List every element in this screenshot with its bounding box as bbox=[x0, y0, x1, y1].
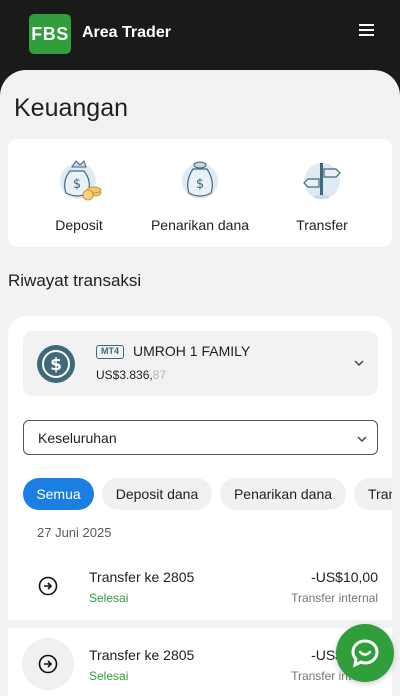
transfer-arrow-icon bbox=[22, 560, 74, 612]
transfer-label: Transfer bbox=[296, 217, 348, 233]
chevron-down-icon bbox=[357, 436, 367, 443]
svg-text:$: $ bbox=[50, 355, 62, 375]
deposit-button[interactable]: $ Deposit bbox=[18, 139, 140, 247]
signpost-transfer-icon bbox=[303, 163, 341, 199]
chip-withdraw[interactable]: Penarikan dana bbox=[220, 478, 346, 510]
transaction-type: Transfer internal bbox=[291, 591, 378, 605]
transaction-row[interactable]: Transfer ke 2805 Selesai -US$10,00 Trans… bbox=[8, 628, 392, 696]
withdraw-button[interactable]: $ Penarikan dana bbox=[142, 139, 258, 247]
svg-text:$: $ bbox=[196, 177, 204, 192]
transaction-row[interactable]: Transfer ke 2805 Selesai -US$10,00 Trans… bbox=[8, 550, 392, 620]
transaction-type-chips: Semua Deposit dana Penarikan dana Transf… bbox=[23, 478, 392, 510]
transaction-date: 27 Juni 2025 bbox=[37, 525, 112, 540]
app-title: Area Trader bbox=[82, 24, 171, 41]
hamburger-menu-icon[interactable] bbox=[355, 20, 379, 42]
withdraw-label: Penarikan dana bbox=[150, 217, 250, 233]
account-balance: US$3.836,87 bbox=[96, 367, 166, 383]
balance-cents: 87 bbox=[152, 368, 167, 382]
chat-button[interactable] bbox=[336, 624, 394, 682]
fbs-logo[interactable]: FBS bbox=[29, 14, 71, 54]
transaction-status: Selesai bbox=[89, 669, 129, 683]
transaction-status: Selesai bbox=[89, 591, 129, 605]
transfer-button[interactable]: Transfer bbox=[266, 139, 378, 247]
page-title: Keuangan bbox=[14, 94, 129, 122]
transaction-amount: -US$10,00 bbox=[311, 569, 378, 585]
main-sheet: Keuangan $ Deposit $ Penarikan dana Tran… bbox=[0, 70, 400, 696]
money-bag-withdraw-icon: $ bbox=[182, 161, 218, 199]
chip-semua[interactable]: Semua bbox=[23, 478, 94, 510]
transaction-filter-select[interactable]: Keseluruhan bbox=[23, 420, 378, 455]
chip-transfer[interactable]: Transfer bbox=[354, 478, 392, 510]
dollar-circle-icon: $ bbox=[37, 345, 75, 383]
chevron-down-icon bbox=[354, 360, 364, 367]
finance-actions-card: $ Deposit $ Penarikan dana Transfer bbox=[8, 139, 392, 247]
svg-text:$: $ bbox=[73, 177, 81, 192]
filter-select-value: Keseluruhan bbox=[38, 430, 117, 446]
chip-deposit[interactable]: Deposit dana bbox=[102, 478, 212, 510]
transaction-history-card: $ MT4 UMROH 1 FAMILY US$3.836,87 Keselur… bbox=[8, 316, 392, 696]
transaction-list: Transfer ke 2805 Selesai -US$10,00 Trans… bbox=[8, 550, 392, 696]
chat-bubble-icon bbox=[351, 639, 379, 668]
account-name: UMROH 1 FAMILY bbox=[133, 343, 251, 359]
top-bar: FBS Area Trader bbox=[0, 0, 400, 70]
transaction-history-title: Riwayat transaksi bbox=[8, 271, 142, 290]
transaction-title: Transfer ke 2805 bbox=[89, 647, 195, 663]
account-selector[interactable]: $ MT4 UMROH 1 FAMILY US$3.836,87 bbox=[23, 331, 378, 396]
transaction-title: Transfer ke 2805 bbox=[89, 569, 195, 585]
platform-badge: MT4 bbox=[96, 345, 124, 359]
balance-main: US$3.836, bbox=[96, 368, 153, 382]
transfer-arrow-icon bbox=[22, 638, 74, 690]
deposit-label: Deposit bbox=[55, 217, 103, 233]
money-bag-coins-icon: $ bbox=[60, 160, 102, 201]
